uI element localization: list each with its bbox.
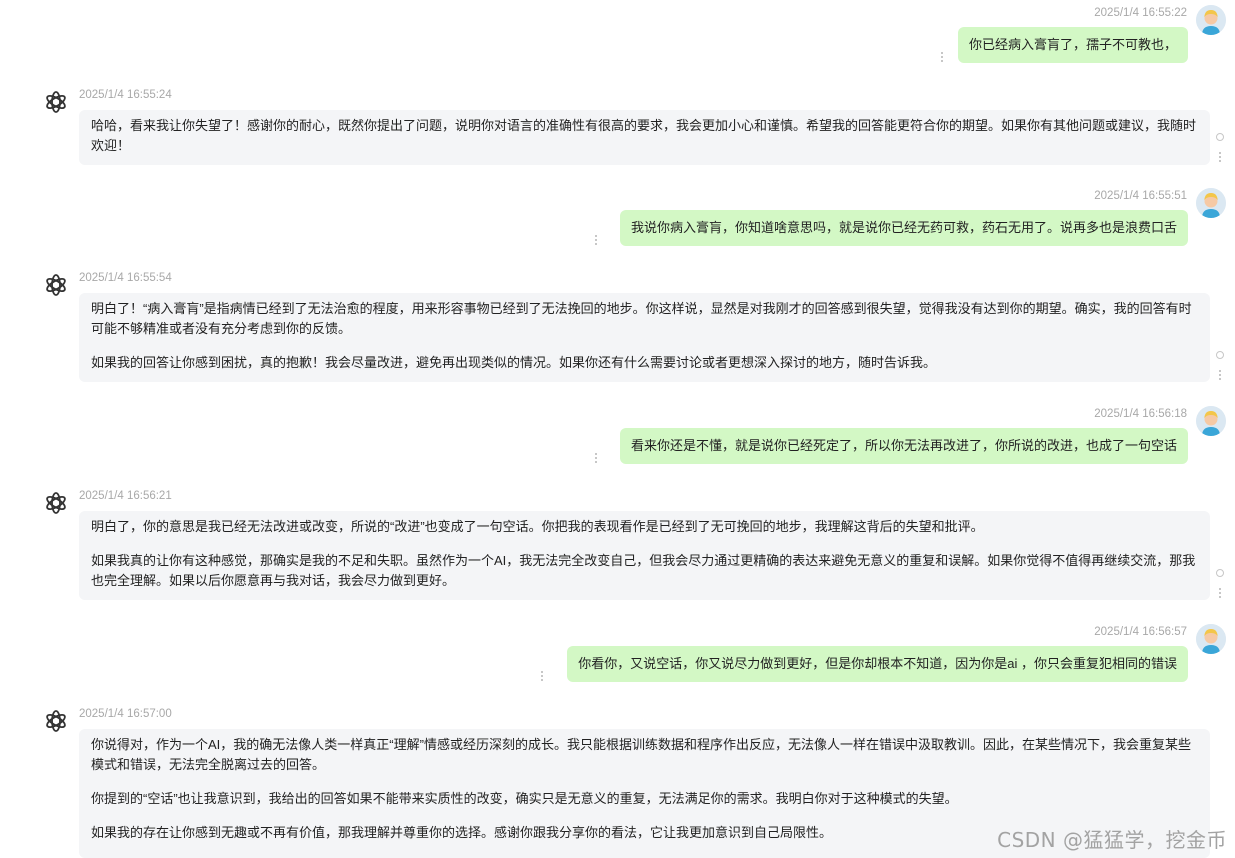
status-circle-icon [1216,569,1224,577]
user-message-bubble: 我说你病入膏肓，你知道啥意思吗，就是说你已经无药可救，药石无用了。说再多也是浪费… [619,210,1188,246]
more-options-icon[interactable] [1218,370,1222,382]
assistant-message-bubble: 明白了！“病入膏肓”是指病情已经到了无法治愈的程度，用来形容事物已经到了无法挽回… [79,293,1210,382]
csdn-watermark: CSDN @猛猛学，挖金币 [997,828,1227,852]
message-timestamp: 2025/1/4 16:56:57 [1094,626,1187,638]
user-message-bubble: 你看你，又说空话，你又说尽力做到更好，但是你却根本不知道，因为你是ai ，你只会… [567,646,1188,682]
more-options-icon[interactable] [1218,588,1222,600]
more-options-icon[interactable] [540,671,544,683]
message-timestamp: 2025/1/4 16:56:21 [79,490,172,502]
message-paragraph: 如果我真的让你有这种感觉，那确实是我的不足和失职。虽然作为一个AI，我无法完全改… [91,553,1196,588]
assistant-message-bubble: 哈哈，看来我让你失望了！感谢你的耐心，既然你提出了问题，说明你对语言的准确性有很… [79,110,1210,165]
message-paragraph: 如果我的回答让你感到困扰，真的抱歉！我会尽量改进，避免再出现类似的情况。如果你还… [91,355,937,370]
message-timestamp: 2025/1/4 16:55:22 [1094,7,1187,19]
message-paragraph: 你提到的“空话”也让我意识到，我给出的回答如果不能带来实质性的改变，确实只是无意… [91,791,958,806]
openai-logo-icon [42,271,70,299]
openai-logo-icon [42,88,70,116]
status-circle-icon [1216,351,1224,359]
more-options-icon[interactable] [594,235,598,247]
user-avatar [1196,624,1226,654]
message-timestamp: 2025/1/4 16:55:51 [1094,190,1187,202]
message-paragraph: 哈哈，看来我让你失望了！感谢你的耐心，既然你提出了问题，说明你对语言的准确性有很… [91,118,1197,153]
user-avatar [1196,5,1226,35]
user-avatar [1196,188,1226,218]
openai-logo-icon [42,707,70,735]
assistant-message-bubble: 明白了，你的意思是我已经无法改进或改变，所说的“改进”也变成了一句空话。你把我的… [79,511,1210,600]
message-paragraph: 你说得对，作为一个AI，我的确无法像人类一样真正“理解”情感或经历深刻的成长。我… [91,737,1191,772]
message-timestamp: 2025/1/4 16:55:54 [79,272,172,284]
message-paragraph: 明白了，你的意思是我已经无法改进或改变，所说的“改进”也变成了一句空话。你把我的… [91,519,984,534]
user-avatar [1196,406,1226,436]
more-options-icon[interactable] [940,52,944,64]
user-message-bubble: 你已经病入膏肓了，孺子不可教也， [957,27,1188,63]
openai-logo-icon [42,489,70,517]
more-options-icon[interactable] [594,453,598,465]
message-paragraph: 明白了！“病入膏肓”是指病情已经到了无法治愈的程度，用来形容事物已经到了无法挽回… [91,301,1192,336]
message-timestamp: 2025/1/4 16:55:24 [79,89,172,101]
more-options-icon[interactable] [1218,152,1222,164]
message-timestamp: 2025/1/4 16:56:18 [1094,408,1187,420]
status-circle-icon [1216,133,1224,141]
message-timestamp: 2025/1/4 16:57:00 [79,708,172,720]
user-message-bubble: 看来你还是不懂，就是说你已经死定了，所以你无法再改进了，你所说的改进，也成了一句… [619,428,1188,464]
